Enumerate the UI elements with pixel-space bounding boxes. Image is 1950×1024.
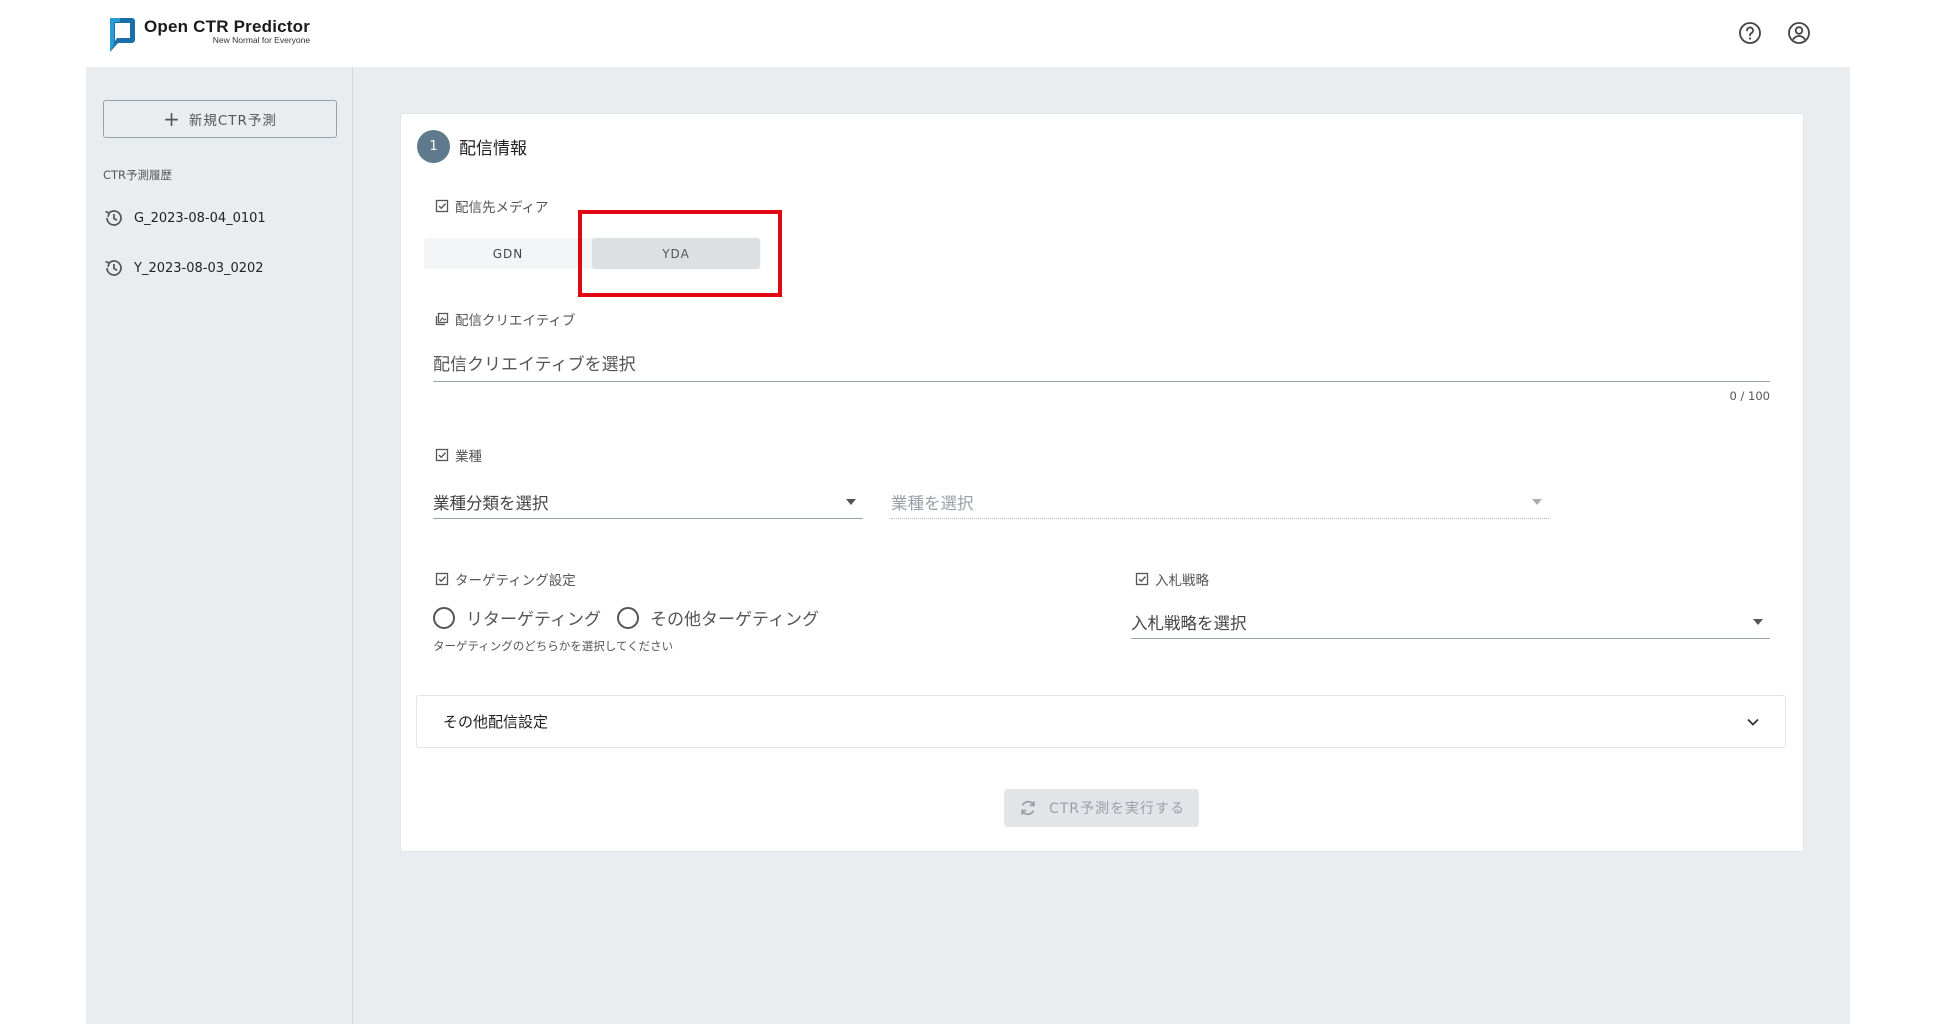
- character-counter: 0 / 100: [1729, 389, 1770, 403]
- media-toggle-yda[interactable]: YDA: [592, 238, 760, 269]
- refresh-icon: [1021, 800, 1035, 816]
- plus-icon: +: [163, 107, 181, 131]
- industry-label-text: 業種: [455, 449, 482, 465]
- radio-retargeting-label: リターゲティング: [466, 610, 601, 630]
- help-circle-icon[interactable]: [1737, 20, 1763, 46]
- bidding-strategy-select[interactable]: 入札戦略を選択: [1131, 605, 1770, 639]
- history-icon: [105, 260, 122, 276]
- image-gallery-icon: [435, 312, 449, 326]
- history-icon: [105, 210, 122, 226]
- radio-button[interactable]: [616, 606, 639, 629]
- app-root: Open CTR Predictor New Normal for Everyo…: [0, 0, 1950, 1024]
- creative-input[interactable]: [433, 348, 1770, 382]
- industry-category-placeholder: 業種分類を選択: [433, 493, 549, 513]
- history-item-label: Y_2023-08-03_0202: [134, 260, 264, 276]
- bidding-label: 入札戦略: [1135, 569, 1209, 589]
- bidding-placeholder: 入札戦略を選択: [1131, 613, 1247, 633]
- radio-other-targeting-label: その他ターゲティング: [649, 610, 819, 630]
- radio-retargeting[interactable]: リターゲティング: [433, 605, 601, 630]
- header: Open CTR Predictor New Normal for Everyo…: [0, 0, 1950, 67]
- history-item[interactable]: G_2023-08-04_0101: [103, 207, 266, 229]
- step-title: 配信情報: [459, 139, 527, 159]
- creative-label: 配信クリエイティブ: [435, 309, 575, 329]
- checkbox-icon: [435, 199, 449, 213]
- app-subtitle: New Normal for Everyone: [212, 35, 311, 45]
- app-title: Open CTR Predictor: [144, 17, 311, 36]
- targeting-helper-text: ターゲティングのどちらかを選択してください: [433, 639, 674, 653]
- targeting-label-text: ターゲティング設定: [455, 573, 576, 589]
- step-number-badge: 1: [417, 130, 450, 163]
- industry-placeholder: 業種を選択: [891, 493, 974, 513]
- account-circle-icon[interactable]: [1786, 20, 1812, 46]
- radio-button[interactable]: [433, 606, 455, 629]
- logo-mark-icon: [110, 18, 135, 52]
- chevron-down-icon: [1747, 718, 1759, 726]
- targeting-label: ターゲティング設定: [435, 569, 576, 589]
- checkbox-icon: [1135, 572, 1149, 586]
- other-settings-label: その他配信設定: [443, 713, 549, 731]
- dropdown-arrow-icon: [846, 498, 856, 505]
- media-toggle-gdn[interactable]: GDN: [424, 238, 592, 269]
- industry-category-select[interactable]: 業種分類を選択: [433, 485, 863, 519]
- targeting-radio-group: リターゲティング その他ターゲティング: [433, 605, 835, 630]
- dropdown-arrow-icon: [1532, 498, 1542, 505]
- checkbox-icon: [435, 572, 449, 586]
- checkbox-icon: [435, 448, 449, 462]
- history-item-label: G_2023-08-04_0101: [134, 210, 266, 226]
- media-toggle-group: GDN YDA: [424, 238, 761, 269]
- creative-label-text: 配信クリエイティブ: [455, 313, 576, 329]
- industry-select[interactable]: 業種を選択: [891, 485, 1549, 519]
- run-ctr-prediction-label: CTR予測を実行する: [1048, 801, 1186, 817]
- logo[interactable]: Open CTR Predictor New Normal for Everyo…: [106, 14, 310, 56]
- media-label-text: 配信先メディア: [455, 200, 549, 216]
- industry-label: 業種: [435, 445, 482, 465]
- radio-other-targeting[interactable]: その他ターゲティング: [616, 605, 819, 630]
- other-settings-accordion[interactable]: その他配信設定: [416, 695, 1786, 748]
- run-ctr-prediction-button[interactable]: CTR予測を実行する: [1004, 789, 1199, 827]
- bidding-label-text: 入札戦略: [1155, 573, 1209, 589]
- new-ctr-prediction-button[interactable]: + 新規CTR予測: [103, 100, 337, 138]
- new-ctr-prediction-label: 新規CTR予測: [188, 113, 277, 129]
- history-title: CTR予測履歴: [103, 168, 173, 182]
- media-label: 配信先メディア: [435, 196, 549, 216]
- history-item[interactable]: Y_2023-08-03_0202: [103, 257, 264, 279]
- dropdown-arrow-icon: [1753, 618, 1763, 625]
